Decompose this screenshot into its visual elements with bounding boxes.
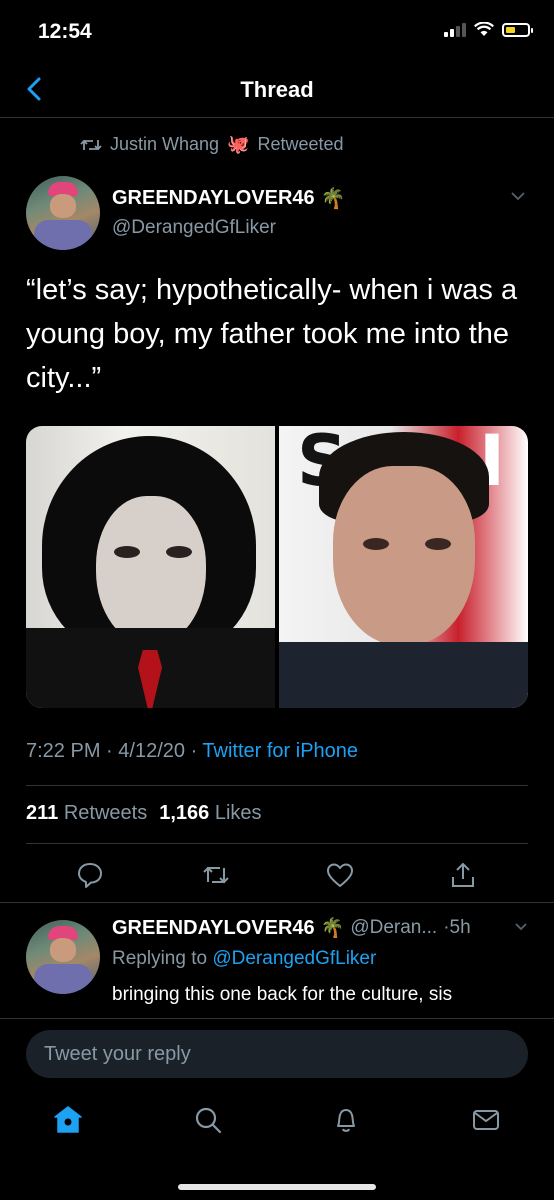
author-handle: @DerangedGfLiker	[112, 217, 276, 238]
tweet-actions	[0, 856, 554, 896]
retweet-action-icon[interactable]	[201, 860, 231, 890]
tweet-meta: 7:22 PM · 4/12/20 · Twitter for iPhone	[26, 740, 359, 762]
divider	[26, 843, 528, 844]
octopus-emoji-icon: 🐙	[227, 134, 250, 154]
avatar[interactable]	[26, 176, 100, 250]
divider	[0, 902, 554, 903]
chevron-down-icon[interactable]	[514, 922, 528, 932]
retweets-label: Retweets	[63, 802, 148, 824]
notifications-icon[interactable]	[330, 1104, 362, 1136]
tweet-date: 4/12/20	[118, 740, 185, 762]
chevron-down-icon[interactable]	[510, 190, 526, 202]
reply-author-name: GREENDAYLOVER46	[112, 916, 315, 939]
battery-icon	[502, 22, 533, 37]
reply-composer[interactable]	[26, 1030, 528, 1078]
reply-header: GREENDAYLOVER46 🌴 @Deran... ·5h	[112, 916, 542, 940]
replying-to: Replying to @DerangedGfLiker	[112, 948, 376, 970]
palm-tree-emoji-icon: 🌴	[320, 188, 346, 210]
page-title: Thread	[240, 77, 314, 102]
engagement-counts: 211 Retweets 1,166 Likes	[26, 802, 262, 825]
divider	[0, 1018, 554, 1019]
tab-bar	[0, 1100, 554, 1148]
mention-link[interactable]: @DerangedGfLiker	[212, 948, 376, 969]
retweeter-name: Justin Whang	[110, 134, 220, 154]
tweet-time: 7:22 PM	[26, 740, 101, 762]
palm-tree-emoji-icon: 🌴	[320, 918, 345, 939]
reply-icon[interactable]	[75, 860, 105, 890]
reply-age: ·5h	[443, 917, 471, 938]
photo-right[interactable]: S I	[279, 426, 528, 708]
like-icon[interactable]	[325, 860, 355, 890]
retweet-icon	[80, 139, 102, 150]
divider	[26, 785, 528, 786]
messages-icon[interactable]	[470, 1104, 502, 1136]
thread-header: Thread	[0, 66, 554, 118]
replying-prefix: Replying to	[112, 948, 208, 969]
search-icon[interactable]	[192, 1104, 224, 1136]
home-icon[interactable]	[52, 1104, 84, 1136]
likes-count: 1,166	[159, 802, 210, 824]
author-name: GREENDAYLOVER46	[112, 187, 315, 209]
retweets-count-link[interactable]: 211 Retweets	[26, 802, 147, 825]
likes-label: Likes	[214, 802, 262, 824]
reply-author-handle: @Deran...	[350, 917, 438, 938]
tweet-media[interactable]: S I	[26, 426, 528, 708]
share-icon[interactable]	[448, 860, 478, 890]
status-bar: 12:54	[0, 0, 554, 66]
author-name-row: GREENDAYLOVER46 🌴	[112, 186, 346, 211]
wifi-icon	[474, 22, 494, 36]
retweeted-label: Retweeted	[257, 134, 344, 154]
likes-count-link[interactable]: 1,166 Likes	[159, 802, 261, 825]
photo-left[interactable]	[26, 426, 275, 708]
retweets-count: 211	[26, 802, 59, 824]
reply-avatar[interactable]	[26, 920, 100, 994]
home-indicator[interactable]	[178, 1184, 376, 1190]
reply-input[interactable]	[26, 1030, 528, 1078]
tweet-source-link[interactable]: Twitter for iPhone	[202, 740, 358, 762]
status-icons	[444, 22, 533, 37]
reply-text: bringing this one back for the culture, …	[112, 984, 453, 1005]
status-time: 12:54	[38, 20, 92, 43]
cellular-signal-icon	[444, 22, 466, 37]
tweet-author[interactable]: GREENDAYLOVER46 🌴 @DerangedGfLiker	[112, 186, 346, 239]
tweet-text: “let’s say; hypothetically- when i was a…	[26, 274, 518, 394]
retweet-context[interactable]: Justin Whang 🐙 Retweeted	[80, 134, 344, 155]
